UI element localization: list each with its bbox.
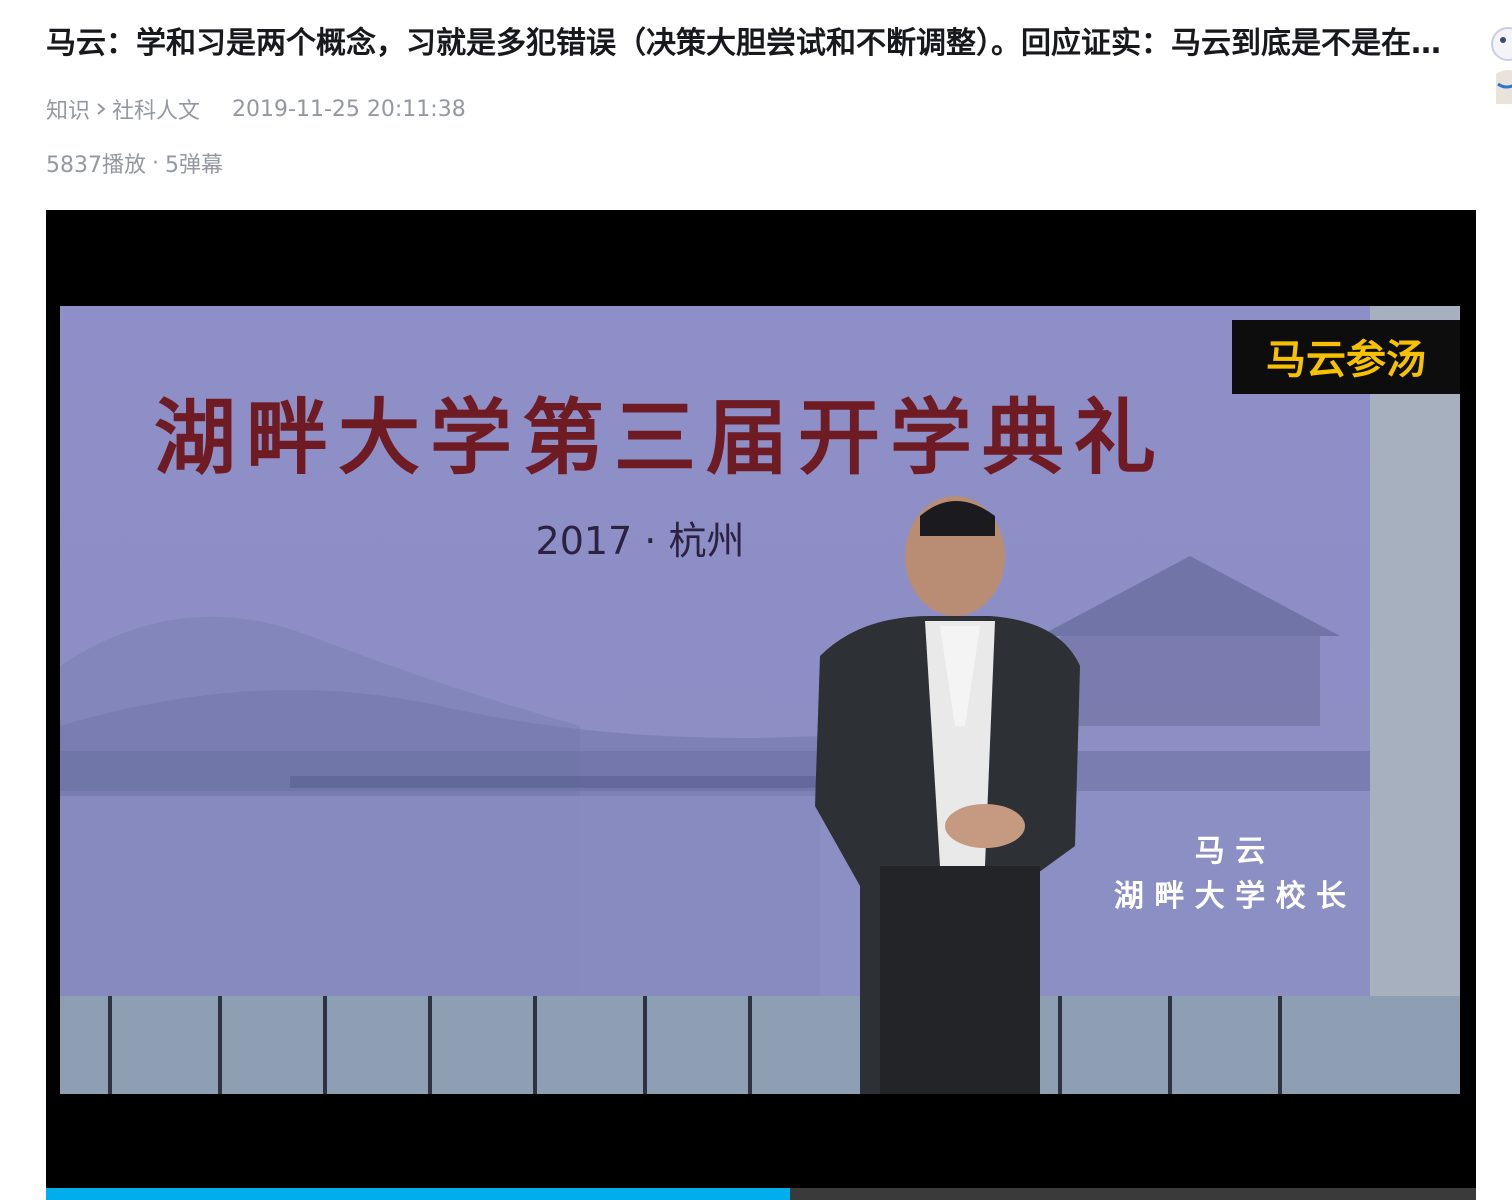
caption-role: 湖 畔 大 学 校 长 <box>1114 879 1346 914</box>
video-stats: 5837播放 · 5弹幕 <box>46 146 223 180</box>
stats-separator: · <box>152 150 159 176</box>
video-frame[interactable]: 湖畔大学第三届开学典礼 2017 · 杭州 马云参汤 马 云 湖 畔 大 学 校… <box>60 306 1460 1094</box>
video-meta: 知识 社科人文 2019-11-25 20:11:38 <box>46 92 466 126</box>
watermark-text: 马云参汤 <box>1266 337 1426 383</box>
progress-bar[interactable] <box>46 1188 1476 1200</box>
banner-title: 湖畔大学第三届开学典礼 <box>154 390 1166 486</box>
video-player[interactable]: 湖畔大学第三届开学典礼 2017 · 杭州 马云参汤 马 云 湖 畔 大 学 校… <box>46 210 1476 1200</box>
chevron-right-icon <box>94 97 108 121</box>
banner-subtitle: 2017 · 杭州 <box>536 519 745 563</box>
view-count: 5837播放 <box>46 153 146 178</box>
caption-name: 马 云 <box>1195 834 1265 869</box>
video-title: 马云：学和习是两个概念，习就是多犯错误（决策大胆尝试和不断调整）。回应证实：马云… <box>46 26 1446 61</box>
category-link[interactable]: 知识 <box>46 93 90 125</box>
subcategory-link[interactable]: 社科人文 <box>112 93 200 125</box>
publish-date: 2019-11-25 20:11:38 <box>232 96 466 122</box>
mascot-decoration <box>1476 14 1512 114</box>
progress-fill <box>46 1188 790 1200</box>
danmaku-count: 5弹幕 <box>165 153 223 178</box>
